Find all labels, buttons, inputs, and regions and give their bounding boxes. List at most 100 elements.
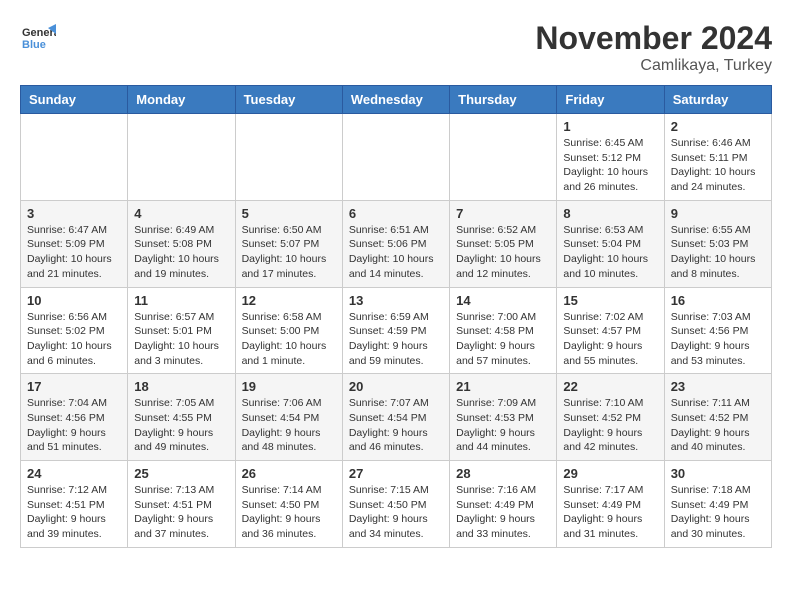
calendar-cell bbox=[128, 114, 235, 201]
calendar-header-friday: Friday bbox=[557, 86, 664, 114]
day-info: Sunrise: 7:12 AMSunset: 4:51 PMDaylight:… bbox=[27, 483, 121, 542]
day-number: 29 bbox=[563, 466, 657, 481]
calendar-cell: 12Sunrise: 6:58 AMSunset: 5:00 PMDayligh… bbox=[235, 287, 342, 374]
calendar-header-monday: Monday bbox=[128, 86, 235, 114]
calendar-week-5: 24 Sunrise: 7:12 AMSunset: 4:51 PMDayligh… bbox=[21, 461, 772, 548]
day-number: 12 bbox=[242, 293, 336, 308]
day-info: Sunrise: 7:13 AMSunset: 4:51 PMDaylight:… bbox=[134, 483, 228, 542]
day-number: 23 bbox=[671, 379, 765, 394]
day-info: Sunrise: 7:17 AMSunset: 4:49 PMDaylight:… bbox=[563, 483, 657, 542]
day-number: 19 bbox=[242, 379, 336, 394]
calendar-cell: 14Sunrise: 7:00 AMSunset: 4:58 PMDayligh… bbox=[450, 287, 557, 374]
calendar-cell: 20 Sunrise: 7:07 AMSunset: 4:54 PMDayligh… bbox=[342, 374, 449, 461]
day-number: 3 bbox=[27, 206, 121, 221]
day-info: Sunrise: 7:10 AMSunset: 4:52 PMDaylight:… bbox=[563, 396, 657, 455]
day-number: 21 bbox=[456, 379, 550, 394]
day-info: Sunrise: 6:50 AMSunset: 5:07 PMDaylight:… bbox=[242, 223, 336, 282]
calendar-cell: 23 Sunrise: 7:11 AMSunset: 4:52 PMDayligh… bbox=[664, 374, 771, 461]
calendar-cell: 3 Sunrise: 6:47 AMSunset: 5:09 PMDaylight… bbox=[21, 200, 128, 287]
day-info: Sunrise: 7:15 AMSunset: 4:50 PMDaylight:… bbox=[349, 483, 443, 542]
day-info: Sunrise: 7:05 AMSunset: 4:55 PMDaylight:… bbox=[134, 396, 228, 455]
day-number: 15 bbox=[563, 293, 657, 308]
day-info: Sunrise: 6:46 AMSunset: 5:11 PMDaylight:… bbox=[671, 136, 765, 195]
day-number: 16 bbox=[671, 293, 765, 308]
day-info: Sunrise: 6:51 AMSunset: 5:06 PMDaylight:… bbox=[349, 223, 443, 282]
day-number: 7 bbox=[456, 206, 550, 221]
day-number: 26 bbox=[242, 466, 336, 481]
month-year: November 2024 bbox=[535, 20, 772, 57]
day-number: 22 bbox=[563, 379, 657, 394]
day-number: 30 bbox=[671, 466, 765, 481]
calendar-week-1: 1 Sunrise: 6:45 AMSunset: 5:12 PMDaylight… bbox=[21, 114, 772, 201]
day-number: 20 bbox=[349, 379, 443, 394]
day-number: 4 bbox=[134, 206, 228, 221]
logo-icon: General Blue bbox=[20, 20, 56, 56]
day-info: Sunrise: 7:07 AMSunset: 4:54 PMDaylight:… bbox=[349, 396, 443, 455]
calendar-cell: 7 Sunrise: 6:52 AMSunset: 5:05 PMDaylight… bbox=[450, 200, 557, 287]
location: Camlikaya, Turkey bbox=[535, 57, 772, 75]
calendar-cell bbox=[235, 114, 342, 201]
calendar-header-tuesday: Tuesday bbox=[235, 86, 342, 114]
calendar-cell: 13 Sunrise: 6:59 AMSunset: 4:59 PMDayligh… bbox=[342, 287, 449, 374]
calendar-cell: 17 Sunrise: 7:04 AMSunset: 4:56 PMDayligh… bbox=[21, 374, 128, 461]
calendar-cell: 27 Sunrise: 7:15 AMSunset: 4:50 PMDayligh… bbox=[342, 461, 449, 548]
day-info: Sunrise: 7:00 AMSunset: 4:58 PMDaylight:… bbox=[456, 310, 550, 369]
day-info: Sunrise: 7:18 AMSunset: 4:49 PMDaylight:… bbox=[671, 483, 765, 542]
day-number: 25 bbox=[134, 466, 228, 481]
day-info: Sunrise: 7:04 AMSunset: 4:56 PMDaylight:… bbox=[27, 396, 121, 455]
calendar-header-saturday: Saturday bbox=[664, 86, 771, 114]
calendar-cell bbox=[450, 114, 557, 201]
day-info: Sunrise: 6:52 AMSunset: 5:05 PMDaylight:… bbox=[456, 223, 550, 282]
calendar-header-row: SundayMondayTuesdayWednesdayThursdayFrid… bbox=[21, 86, 772, 114]
calendar-cell: 30 Sunrise: 7:18 AMSunset: 4:49 PMDayligh… bbox=[664, 461, 771, 548]
logo: General Blue bbox=[20, 20, 56, 56]
day-info: Sunrise: 6:45 AMSunset: 5:12 PMDaylight:… bbox=[563, 136, 657, 195]
calendar-cell: 1 Sunrise: 6:45 AMSunset: 5:12 PMDaylight… bbox=[557, 114, 664, 201]
day-number: 9 bbox=[671, 206, 765, 221]
day-number: 27 bbox=[349, 466, 443, 481]
day-info: Sunrise: 7:03 AMSunset: 4:56 PMDaylight:… bbox=[671, 310, 765, 369]
calendar-cell: 2 Sunrise: 6:46 AMSunset: 5:11 PMDaylight… bbox=[664, 114, 771, 201]
day-info: Sunrise: 7:02 AMSunset: 4:57 PMDaylight:… bbox=[563, 310, 657, 369]
calendar-cell: 21 Sunrise: 7:09 AMSunset: 4:53 PMDayligh… bbox=[450, 374, 557, 461]
day-info: Sunrise: 6:49 AMSunset: 5:08 PMDaylight:… bbox=[134, 223, 228, 282]
day-info: Sunrise: 7:16 AMSunset: 4:49 PMDaylight:… bbox=[456, 483, 550, 542]
day-number: 24 bbox=[27, 466, 121, 481]
day-number: 28 bbox=[456, 466, 550, 481]
day-info: Sunrise: 6:57 AMSunset: 5:01 PMDaylight:… bbox=[134, 310, 228, 369]
day-info: Sunrise: 6:56 AMSunset: 5:02 PMDaylight:… bbox=[27, 310, 121, 369]
calendar-cell: 4 Sunrise: 6:49 AMSunset: 5:08 PMDaylight… bbox=[128, 200, 235, 287]
day-number: 10 bbox=[27, 293, 121, 308]
calendar-cell: 24 Sunrise: 7:12 AMSunset: 4:51 PMDayligh… bbox=[21, 461, 128, 548]
day-number: 13 bbox=[349, 293, 443, 308]
day-info: Sunrise: 7:14 AMSunset: 4:50 PMDaylight:… bbox=[242, 483, 336, 542]
calendar-cell bbox=[342, 114, 449, 201]
calendar-week-4: 17 Sunrise: 7:04 AMSunset: 4:56 PMDayligh… bbox=[21, 374, 772, 461]
calendar-cell: 15 Sunrise: 7:02 AMSunset: 4:57 PMDayligh… bbox=[557, 287, 664, 374]
calendar-cell: 26 Sunrise: 7:14 AMSunset: 4:50 PMDayligh… bbox=[235, 461, 342, 548]
day-info: Sunrise: 7:09 AMSunset: 4:53 PMDaylight:… bbox=[456, 396, 550, 455]
day-info: Sunrise: 7:11 AMSunset: 4:52 PMDaylight:… bbox=[671, 396, 765, 455]
calendar-cell: 5Sunrise: 6:50 AMSunset: 5:07 PMDaylight… bbox=[235, 200, 342, 287]
calendar-cell: 6 Sunrise: 6:51 AMSunset: 5:06 PMDaylight… bbox=[342, 200, 449, 287]
day-info: Sunrise: 6:59 AMSunset: 4:59 PMDaylight:… bbox=[349, 310, 443, 369]
day-number: 1 bbox=[563, 119, 657, 134]
day-number: 2 bbox=[671, 119, 765, 134]
day-info: Sunrise: 6:47 AMSunset: 5:09 PMDaylight:… bbox=[27, 223, 121, 282]
calendar-header-sunday: Sunday bbox=[21, 86, 128, 114]
calendar-week-3: 10 Sunrise: 6:56 AMSunset: 5:02 PMDayligh… bbox=[21, 287, 772, 374]
calendar-cell bbox=[21, 114, 128, 201]
day-number: 6 bbox=[349, 206, 443, 221]
calendar-cell: 16 Sunrise: 7:03 AMSunset: 4:56 PMDayligh… bbox=[664, 287, 771, 374]
day-number: 11 bbox=[134, 293, 228, 308]
calendar-cell: 25 Sunrise: 7:13 AMSunset: 4:51 PMDayligh… bbox=[128, 461, 235, 548]
day-number: 17 bbox=[27, 379, 121, 394]
calendar-cell: 29 Sunrise: 7:17 AMSunset: 4:49 PMDayligh… bbox=[557, 461, 664, 548]
calendar-table: SundayMondayTuesdayWednesdayThursdayFrid… bbox=[20, 85, 772, 548]
calendar-cell: 9Sunrise: 6:55 AMSunset: 5:03 PMDaylight… bbox=[664, 200, 771, 287]
day-number: 18 bbox=[134, 379, 228, 394]
calendar-cell: 10 Sunrise: 6:56 AMSunset: 5:02 PMDayligh… bbox=[21, 287, 128, 374]
svg-text:Blue: Blue bbox=[22, 39, 46, 51]
calendar-cell: 8Sunrise: 6:53 AMSunset: 5:04 PMDaylight… bbox=[557, 200, 664, 287]
day-number: 8 bbox=[563, 206, 657, 221]
